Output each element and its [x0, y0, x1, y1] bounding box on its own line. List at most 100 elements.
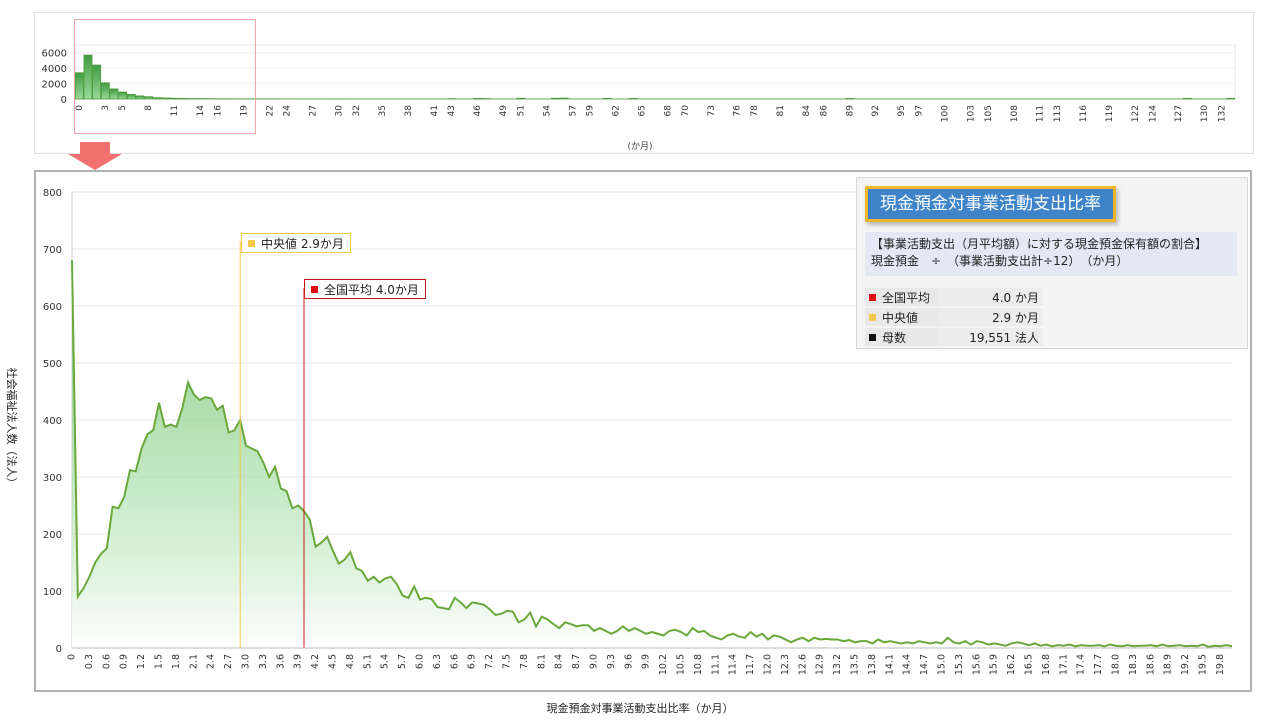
median-square-icon — [248, 240, 255, 247]
main-x-tick-label: 12.3 — [780, 654, 791, 675]
overview-bar — [628, 97, 638, 100]
overview-x-tick-label: 97 — [915, 105, 925, 116]
overview-x-tick-label: 78 — [750, 105, 760, 117]
overview-x-tick-label: 35 — [378, 105, 388, 116]
median-legend-square-icon — [869, 313, 876, 321]
overview-x-tick-label: 65 — [638, 105, 648, 116]
mean-square-icon — [311, 286, 318, 293]
main-x-tick-label: 4.2 — [310, 654, 321, 669]
overview-x-tick-label: 84 — [802, 105, 812, 117]
main-x-tick-label: 4.8 — [345, 654, 356, 669]
main-x-tick-label: 3.3 — [258, 654, 269, 669]
stats-value-count: 19,551 法人 — [939, 328, 1043, 346]
description-line-2: 現金預金 ÷ （事業活動支出計÷12） （か月） — [871, 254, 1129, 268]
main-x-tick-label: 0.9 — [119, 654, 130, 669]
main-x-tick-label: 18.0 — [1111, 654, 1122, 675]
main-x-tick-label: 0.3 — [84, 654, 95, 669]
overview-x-tick-label: 38 — [404, 105, 414, 117]
main-y-tick-label: 0 — [56, 644, 62, 655]
main-x-tick-label: 15.9 — [989, 654, 1000, 675]
overview-bar — [516, 97, 526, 100]
main-x-tick-label: 12.9 — [815, 654, 826, 675]
main-x-axis-title: 現金預金対事業活動支出比率（か月） — [546, 702, 734, 715]
main-x-tick-label: 2.1 — [188, 654, 199, 669]
main-x-tick-label: 5.4 — [380, 654, 391, 669]
main-x-tick-label: 16.2 — [1006, 654, 1017, 675]
stats-row-count: 母数 19,551 法人 — [865, 328, 1043, 346]
main-x-tick-label: 19.5 — [1198, 654, 1209, 675]
overview-x-tick-label: 100 — [941, 105, 951, 122]
main-x-tick-label: 14.4 — [902, 654, 913, 675]
overview-x-tick-label: 24 — [283, 105, 293, 117]
main-x-tick-label: 3.9 — [293, 654, 304, 669]
main-x-tick-label: 15.3 — [954, 654, 965, 675]
main-x-tick-label: 14.1 — [884, 654, 895, 675]
main-x-tick-label: 9.6 — [623, 654, 634, 669]
overview-x-tick-label: 30 — [335, 105, 345, 117]
overview-x-tick-label: 103 — [966, 105, 976, 122]
main-x-tick-label: 7.2 — [484, 654, 495, 669]
overview-x-tick-label: 127 — [1174, 105, 1184, 122]
overview-y-tick-label: 6000 — [42, 49, 67, 60]
stats-row-median: 中央値 2.9 か月 — [865, 308, 1043, 326]
main-x-tick-label: 19.2 — [1180, 654, 1191, 675]
mean-marker-label: 全国平均 4.0か月 — [304, 279, 426, 299]
overview-x-tick-label: 119 — [1105, 105, 1115, 122]
overview-y-tick-label: 2000 — [42, 80, 67, 91]
main-x-tick-label: 10.8 — [693, 654, 704, 675]
main-x-tick-label: 18.3 — [1128, 654, 1139, 675]
main-x-tick-label: 12.6 — [797, 654, 808, 675]
overview-y-tick-label: 0 — [61, 95, 67, 106]
overview-x-tick-label: 111 — [1036, 105, 1046, 122]
main-x-tick-label: 1.2 — [136, 654, 147, 669]
main-x-tick-label: 5.1 — [362, 654, 373, 669]
main-x-tick-label: 15.6 — [971, 654, 982, 675]
main-x-tick-label: 7.5 — [502, 654, 513, 669]
overview-x-tick-label: 70 — [681, 105, 691, 117]
overview-bar — [845, 98, 855, 100]
overview-x-tick-label: 105 — [984, 105, 994, 122]
main-x-tick-label: 17.7 — [1093, 654, 1104, 675]
overview-x-tick-label: 92 — [871, 105, 881, 116]
main-y-tick-label: 700 — [43, 245, 62, 256]
overview-x-tick-label: 132 — [1218, 105, 1228, 122]
main-x-tick-label: 18.6 — [1145, 654, 1156, 675]
overview-x-tick-label: 81 — [776, 105, 786, 116]
zoom-range-highlight — [74, 19, 256, 134]
zoom-arrow-icon — [68, 142, 122, 170]
overview-x-tick-label: 57 — [568, 105, 578, 116]
mean-marker-text: 全国平均 4.0か月 — [324, 283, 419, 297]
main-x-tick-label: 10.2 — [658, 654, 669, 675]
main-x-tick-label: 2.4 — [206, 654, 217, 669]
indicator-description: 【事業活動支出（月平均額）に対する現金預金保有額の割合】 現金預金 ÷ （事業活… — [865, 232, 1237, 276]
main-x-tick-label: 18.9 — [1163, 654, 1174, 675]
overview-x-tick-label: 49 — [499, 105, 509, 117]
stats-value-mean: 4.0 か月 — [939, 288, 1043, 306]
main-x-tick-label: 9.3 — [606, 654, 617, 669]
overview-x-tick-label: 116 — [1079, 105, 1089, 122]
stats-row-mean: 全国平均 4.0 か月 — [865, 288, 1043, 306]
overview-x-tick-label: 32 — [352, 105, 362, 116]
overview-x-tick-label: 76 — [733, 105, 743, 117]
main-x-tick-label: 5.7 — [397, 654, 408, 669]
main-x-tick-label: 17.1 — [1058, 654, 1069, 675]
overview-x-tick-label: 62 — [612, 105, 622, 116]
main-x-tick-label: 16.8 — [1041, 654, 1052, 675]
main-y-tick-label: 300 — [43, 473, 62, 484]
overview-x-tick-label: 68 — [663, 105, 673, 117]
main-x-tick-label: 7.8 — [519, 654, 530, 669]
main-y-tick-label: 100 — [43, 587, 62, 598]
overview-bar — [1226, 97, 1236, 100]
main-x-tick-label: 0.6 — [101, 654, 112, 669]
overview-x-tick-label: 54 — [542, 105, 552, 117]
main-x-tick-label: 1.5 — [154, 654, 165, 669]
overview-x-tick-label: 27 — [309, 105, 319, 116]
overview-x-tick-label: 41 — [430, 105, 440, 116]
stats-label-mean: 全国平均 — [882, 290, 931, 305]
overview-x-tick-label: 43 — [447, 105, 457, 116]
overview-x-tick-label: 130 — [1200, 105, 1210, 122]
overview-x-tick-label: 89 — [845, 105, 855, 117]
overview-x-tick-label: 22 — [265, 105, 275, 116]
overview-x-tick-label: 95 — [897, 105, 907, 116]
main-x-tick-label: 16.5 — [1024, 654, 1035, 675]
